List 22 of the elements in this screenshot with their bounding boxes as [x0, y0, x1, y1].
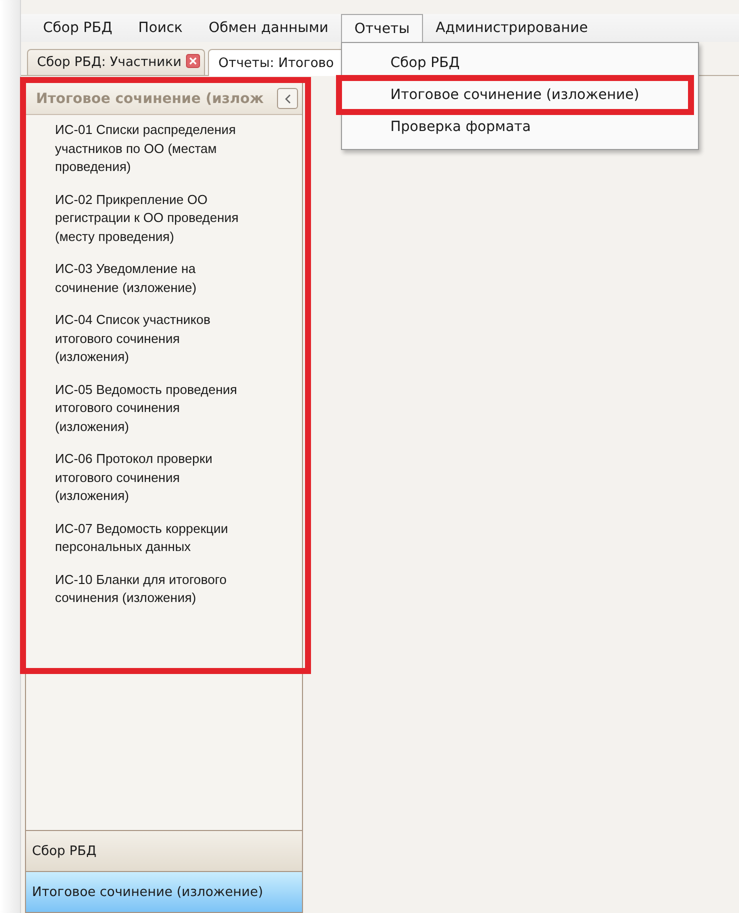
report-link[interactable]: ИС-07 Ведомость коррекции персональных данных [55, 520, 252, 556]
report-link[interactable]: ИС-05 Ведомость проведения итогового сочинения (изложения) [55, 380, 252, 436]
report-link[interactable]: ИС-01 Списки распределения участников по ОО (местам проведения) [55, 121, 252, 176]
panel-title: Итоговое сочинение (излож [36, 90, 264, 106]
report-link[interactable]: ИС-04 Список участников итогового сочинения (изложения) [55, 311, 252, 366]
menu-item[interactable]: Администрирование [422, 14, 601, 42]
report-link[interactable]: ИС-03 Уведомление на сочинение (изложение) [55, 260, 252, 297]
tab-label[interactable]: Отчеты: Итогово [218, 56, 334, 70]
menu-option[interactable]: Итоговое сочинение (изложение) [342, 79, 698, 111]
menu-item[interactable]: Сбор РБД [30, 14, 126, 42]
menu-item[interactable]: Обмен данными [196, 14, 342, 42]
section-button[interactable]: Итоговое сочинение (изложение) [26, 871, 302, 912]
menu-option[interactable]: Проверка формата [342, 111, 698, 143]
caret-icon [284, 94, 292, 104]
report-link[interactable]: ИС-06 Протокол проверки итогового сочинения (изложения) [55, 450, 252, 506]
report-link[interactable]: ИС-02 Прикрепление ОО регистрации к ОО проведения (месту проведения) [55, 190, 252, 246]
tab-label[interactable]: Сбор РБД: Участники [37, 55, 182, 70]
tab[interactable]: Сбор РБД: Участники [27, 49, 206, 75]
report-link[interactable]: ИС-10 Бланки для итогового сочинения (изложения) [55, 570, 252, 608]
collapse-button[interactable] [277, 88, 298, 109]
section-button[interactable]: Сбор РБД [26, 830, 302, 871]
menu-item[interactable]: Поиск [125, 14, 196, 42]
